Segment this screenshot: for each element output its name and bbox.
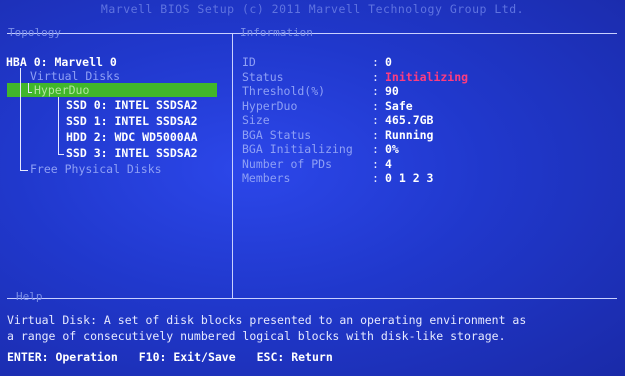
info-separator: : xyxy=(372,69,379,84)
bios-screen: Marvell BIOS Setup (c) 2011 Marvell Tech… xyxy=(0,0,625,376)
tree-disk-0[interactable]: SSD 0: INTEL SSDSA2 xyxy=(66,98,198,112)
info-label: BGA Status xyxy=(242,127,312,142)
topology-panel-label: Topology xyxy=(8,26,61,39)
tree-disk-1[interactable]: SSD 1: INTEL SSDSA2 xyxy=(66,114,198,128)
key-esc-return[interactable]: ESC: Return xyxy=(257,350,333,364)
tree-disk-3[interactable]: SSD 3: INTEL SSDSA2 xyxy=(66,146,198,160)
tree-free-physical-disks[interactable]: Free Physical Disks xyxy=(30,162,162,176)
tree-connector-disks xyxy=(58,97,59,154)
tree-connector-root xyxy=(20,68,21,170)
info-separator: : xyxy=(372,84,379,98)
info-separator: : xyxy=(372,156,379,171)
tree-disk-2[interactable]: HDD 2: WDC WD5000AA xyxy=(66,130,198,144)
key-enter-operation[interactable]: ENTER: Operation xyxy=(7,350,118,364)
info-label: Status xyxy=(242,69,284,84)
info-separator: : xyxy=(372,171,379,185)
key-hints: ENTER: Operation F10: Exit/Save ESC: Ret… xyxy=(7,350,347,364)
info-label: HyperDuo xyxy=(242,98,298,113)
info-separator: : xyxy=(372,98,379,113)
tree-connector-vd-h xyxy=(28,92,32,93)
help-panel-label: Help xyxy=(16,290,43,303)
info-value: Running xyxy=(385,127,434,142)
bios-title: Marvell BIOS Setup (c) 2011 Marvell Tech… xyxy=(100,2,525,16)
tree-virtual-disks[interactable]: Virtual Disks xyxy=(30,69,120,83)
info-label: Threshold(%) xyxy=(242,84,326,98)
info-separator: : xyxy=(372,142,379,156)
info-label: Members xyxy=(242,171,291,185)
info-value: 4 xyxy=(385,156,392,171)
info-value: 0% xyxy=(385,142,399,156)
information-panel-label: Information xyxy=(240,26,313,39)
info-value: Safe xyxy=(385,98,413,113)
tree-hba[interactable]: HBA 0: Marvell 0 xyxy=(6,55,117,69)
info-label: ID xyxy=(242,55,256,69)
info-value: 0 xyxy=(385,55,392,69)
info-separator: : xyxy=(372,113,379,127)
info-value: 0 1 2 3 xyxy=(385,171,434,185)
tree-virtual-disk-hyperduo[interactable]: HyperDuo xyxy=(34,83,89,97)
tree-connector-last-disk xyxy=(58,154,64,155)
info-label: Number of PDs xyxy=(242,156,333,171)
info-value: 90 xyxy=(385,84,399,98)
panel-divider xyxy=(232,33,233,298)
help-frame-line xyxy=(7,298,617,299)
key-f10-exit-save[interactable]: F10: Exit/Save xyxy=(139,350,236,364)
info-separator: : xyxy=(372,127,379,142)
info-label: BGA Initializing xyxy=(242,142,353,156)
info-value: Initializing xyxy=(385,69,469,84)
tree-connector-free xyxy=(20,170,28,171)
help-line-1: Virtual Disk: A set of disk blocks prese… xyxy=(7,313,527,327)
info-separator: : xyxy=(372,55,379,69)
info-label: Size xyxy=(242,113,270,127)
help-line-2: a range of consecutively numbered logica… xyxy=(7,329,506,343)
info-value: 465.7GB xyxy=(385,113,434,127)
